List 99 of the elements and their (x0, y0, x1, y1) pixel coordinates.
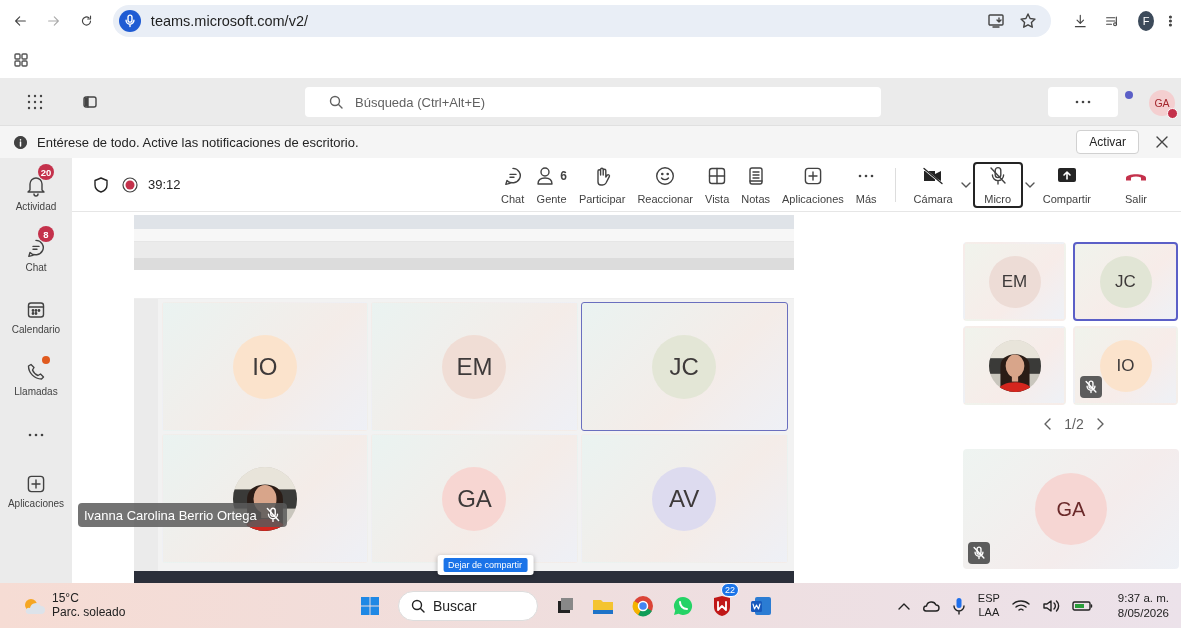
search-icon (329, 95, 343, 109)
apps-grid-icon[interactable] (14, 53, 28, 67)
toolbar-button[interactable]: Compartir (1036, 160, 1097, 209)
notification-badge: 8 (38, 226, 54, 242)
previous-icon[interactable] (1044, 418, 1053, 430)
download-icon[interactable] (1072, 12, 1088, 30)
more-apps-icon[interactable] (27, 432, 45, 438)
toolbar-button[interactable]: Reaccionar (631, 160, 699, 209)
back-icon[interactable] (14, 13, 27, 29)
caret-icon[interactable] (1024, 181, 1035, 188)
caret-icon[interactable] (960, 181, 971, 188)
calendar-icon (26, 299, 46, 320)
microphone-icon (122, 14, 137, 28)
toolbar-button[interactable]: Chat (494, 160, 531, 209)
battery-icon[interactable] (1071, 599, 1094, 612)
app-launcher-icon[interactable] (27, 93, 43, 110)
info-icon (14, 135, 27, 149)
avatar-initials: GA (442, 466, 507, 531)
rail-item[interactable]: Aplicaciones (0, 460, 72, 522)
media-control-icon[interactable] (1105, 13, 1120, 29)
avatar-initials: AV (652, 466, 717, 531)
search-icon (411, 598, 425, 613)
avatar-initials: EM (442, 334, 507, 399)
add-apps-icon (802, 165, 823, 186)
camera-off-icon (922, 166, 945, 185)
profile-avatar[interactable]: F (1138, 11, 1155, 31)
avatar-initials: IO (232, 334, 297, 399)
toolbar-button[interactable]: Notas (735, 160, 777, 209)
chat-icon (502, 165, 523, 186)
chevron-up-icon[interactable] (897, 601, 910, 610)
page-indicator: 1/2 (1064, 416, 1084, 432)
phone-icon (26, 361, 46, 382)
rail-item[interactable]: 20 Actividad (0, 162, 72, 224)
word-icon[interactable] (750, 595, 772, 616)
browser-icon[interactable] (632, 594, 654, 617)
next-icon[interactable] (1095, 418, 1104, 430)
toolbar-button[interactable]: Cámara (907, 160, 959, 209)
share-screen-icon (1056, 166, 1077, 185)
clock-date[interactable]: 8/05/2026 (1117, 605, 1169, 621)
chat-icon (26, 237, 46, 258)
rail-item[interactable]: Llamadas (0, 348, 72, 410)
toolbar-button[interactable]: Vista (699, 160, 736, 209)
bell-icon (25, 174, 47, 197)
video-tile[interactable]: JC (1073, 242, 1178, 321)
wifi-icon[interactable] (1011, 598, 1030, 613)
notification-badge: 22 (721, 583, 739, 597)
avatar-initials: GA (1035, 473, 1107, 545)
search-field[interactable]: Búsqueda (Ctrl+Alt+E) (305, 87, 881, 117)
busy-status-dot (1167, 108, 1178, 119)
notification-dot (1125, 91, 1133, 99)
close-icon[interactable] (1155, 135, 1169, 149)
smiley-icon (655, 165, 676, 186)
kebab-menu-icon[interactable] (1168, 13, 1174, 29)
shield-icon (94, 176, 108, 193)
rail-item[interactable]: Calendario (0, 286, 72, 348)
keyboard-layout[interactable]: LAA (978, 605, 1000, 619)
toolbar-button[interactable]: Salir (1111, 160, 1161, 209)
temperature: 15°C (52, 591, 80, 606)
weather-text: Parc. soleado (52, 605, 126, 620)
url-text: teams.microsoft.com/v2/ (150, 13, 308, 29)
avatar-initials: IO (1099, 339, 1152, 392)
notification-text: Entérese de todo. Active las notificaciones de escritorio. (37, 134, 360, 150)
shield-app-icon[interactable] (712, 594, 732, 617)
task-view-icon[interactable] (556, 596, 574, 615)
address-bar[interactable]: teams.microsoft.com/v2/ (112, 5, 1051, 37)
language-indicator[interactable]: ESP (977, 592, 1000, 606)
reload-icon[interactable] (79, 13, 93, 29)
user-avatar[interactable]: GA (1149, 90, 1175, 116)
video-tile[interactable]: EM (963, 242, 1066, 321)
toolbar-button[interactable]: Aplicaciones (776, 160, 850, 209)
bookmark-star-icon[interactable] (1018, 12, 1037, 30)
toolbar-button[interactable]: 6 Gente (530, 160, 573, 209)
presenter-name: Ivanna Carolina Berrio Ortega (84, 507, 257, 523)
video-tile[interactable]: GA (963, 449, 1179, 569)
avatar-initials: JC (1099, 255, 1152, 308)
more-icon (857, 172, 876, 179)
toolbar-button[interactable]: Participar (572, 160, 632, 209)
install-app-icon[interactable] (986, 13, 1005, 29)
clock-time[interactable]: 9:37 a. m. (1117, 590, 1169, 606)
taskbar-search[interactable]: Buscar (398, 590, 538, 621)
activate-button[interactable]: Activar (1076, 130, 1139, 154)
meeting-timer: 39:12 (148, 177, 181, 192)
stop-sharing-button[interactable]: Dejar de compartir (443, 558, 528, 572)
cloud-icon[interactable] (921, 599, 940, 612)
more-icon (1074, 99, 1092, 105)
volume-icon[interactable] (1041, 598, 1060, 613)
toolbar-button[interactable]: Más (849, 160, 883, 209)
microphone-icon[interactable] (951, 596, 966, 615)
video-tile[interactable]: IO (1073, 326, 1178, 405)
notification-badge: 20 (38, 164, 54, 180)
sidebar-toggle-icon[interactable] (83, 95, 97, 108)
video-tile[interactable] (963, 326, 1066, 405)
avatar-initials: JC (652, 334, 717, 399)
avatar-initials: EM (988, 255, 1041, 308)
toolbar-button[interactable]: Micro (972, 161, 1023, 208)
add-apps-icon (26, 473, 46, 494)
windows-start-icon[interactable] (360, 595, 380, 616)
rail-item[interactable]: 8 Chat (0, 224, 72, 286)
grid-icon (707, 165, 728, 186)
